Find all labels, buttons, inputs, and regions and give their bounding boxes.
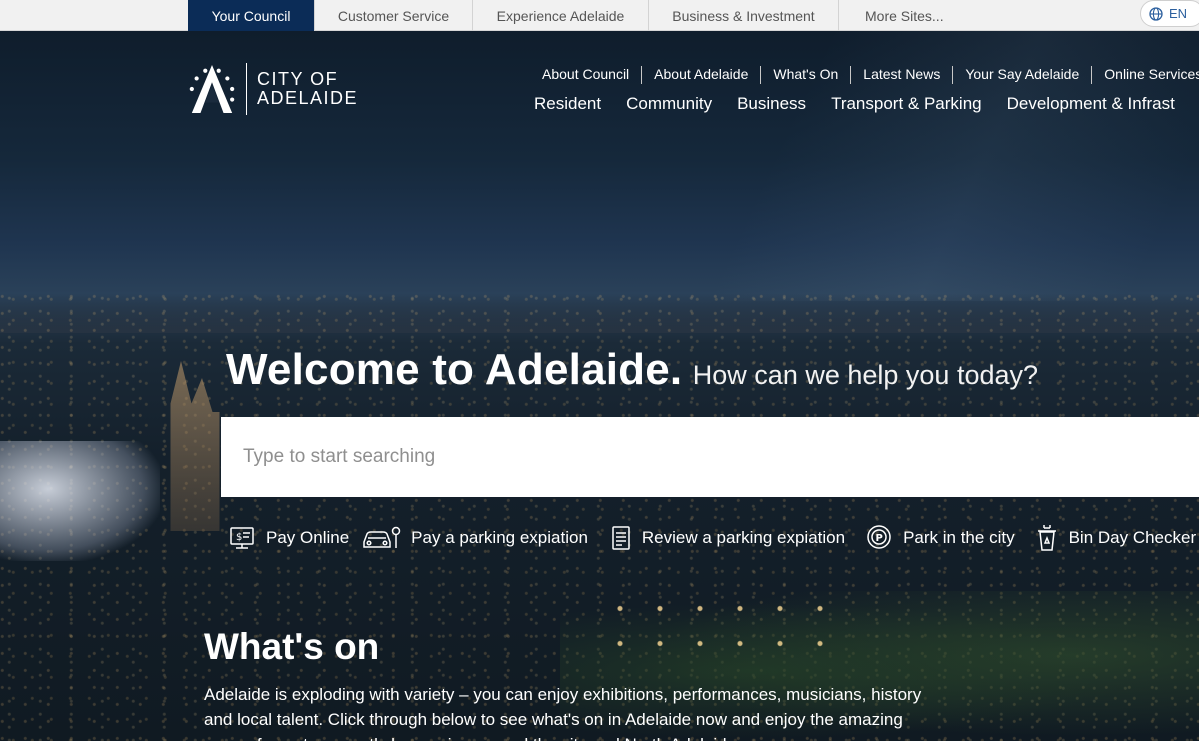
document-icon — [610, 524, 632, 552]
recycling-bin-icon — [1035, 523, 1059, 553]
util-link-latest-news[interactable]: Latest News — [850, 66, 952, 84]
quick-link-park-in-the-city[interactable]: P Park in the city — [865, 524, 1015, 552]
quick-link-review-parking-expiation[interactable]: Review a parking expiation — [610, 524, 845, 552]
logo-wordmark: CITY OF ADELAIDE — [257, 70, 358, 108]
utility-nav: About Council About Adelaide What's On L… — [530, 66, 1199, 84]
site-tab-your-council[interactable]: Your Council — [188, 0, 315, 31]
car-parking-icon — [361, 524, 401, 552]
welcome-heading: Welcome to Adelaide. How can we help you… — [226, 345, 1038, 395]
quick-link-label: Bin Day Checker — [1068, 528, 1197, 547]
util-link-your-say-adelaide[interactable]: Your Say Adelaide — [952, 66, 1091, 84]
svg-text:P: P — [876, 533, 883, 544]
util-link-online-services[interactable]: Online Services — [1091, 66, 1199, 84]
search-input[interactable] — [221, 417, 1199, 497]
whats-on-heading: What's on — [204, 626, 380, 667]
site-tab-more-sites[interactable]: More Sites... — [839, 0, 967, 31]
whats-on-description: Adelaide is exploding with variety – you… — [204, 685, 922, 741]
quick-link-label: Park in the city — [903, 528, 1015, 547]
site-switcher: Your Council Customer Service Experience… — [188, 0, 967, 31]
quick-link-label: Review a parking expiation — [641, 528, 846, 547]
adelaide-a-logo-icon — [189, 65, 235, 113]
nav-transport-parking[interactable]: Transport & Parking — [831, 93, 982, 117]
quick-link-bin-day-checker[interactable]: Bin Day Checker — [1035, 523, 1197, 553]
svg-text:$: $ — [236, 532, 242, 543]
language-selector[interactable]: EN — [1140, 0, 1199, 27]
nav-development[interactable]: Development & Infrast — [1007, 93, 1175, 117]
parking-pin-icon: P — [865, 524, 893, 552]
quick-link-label: Pay a parking expiation — [411, 528, 588, 547]
quick-link-pay-online[interactable]: $ Pay Online — [228, 524, 349, 552]
logo-line-2: ADELAIDE — [256, 88, 358, 108]
nav-community[interactable]: Community — [626, 93, 712, 117]
util-link-about-adelaide[interactable]: About Adelaide — [641, 66, 760, 84]
welcome-title: Welcome to Adelaide. — [226, 345, 683, 394]
globe-icon — [1149, 6, 1163, 21]
quick-links: $ Pay Online Pay a parking expiation Rev… — [228, 522, 1199, 554]
payment-screen-icon: $ — [228, 524, 256, 552]
logo-line-1: CITY OF — [256, 69, 339, 89]
util-link-about-council[interactable]: About Council — [530, 66, 641, 84]
site-tab-customer-service[interactable]: Customer Service — [315, 0, 473, 31]
main-nav: Resident Community Business Transport & … — [534, 93, 1199, 117]
site-tab-experience-adelaide[interactable]: Experience Adelaide — [473, 0, 649, 31]
util-link-whats-on[interactable]: What's On — [760, 66, 850, 84]
nav-resident[interactable]: Resident — [534, 93, 601, 117]
site-tab-business-investment[interactable]: Business & Investment — [649, 0, 839, 31]
welcome-subtitle: How can we help you today? — [692, 360, 1039, 390]
nav-business[interactable]: Business — [737, 93, 806, 117]
stadium — [0, 441, 160, 561]
bridge-lights — [600, 591, 840, 661]
quick-link-pay-parking-expiation[interactable]: Pay a parking expiation — [361, 524, 588, 552]
language-label: EN — [1169, 6, 1188, 21]
quick-link-label: Pay Online — [266, 528, 350, 547]
top-site-bar: Your Council Customer Service Experience… — [0, 0, 1199, 31]
city-of-adelaide-logo[interactable]: CITY OF ADELAIDE — [188, 62, 358, 116]
logo-divider — [246, 63, 247, 115]
